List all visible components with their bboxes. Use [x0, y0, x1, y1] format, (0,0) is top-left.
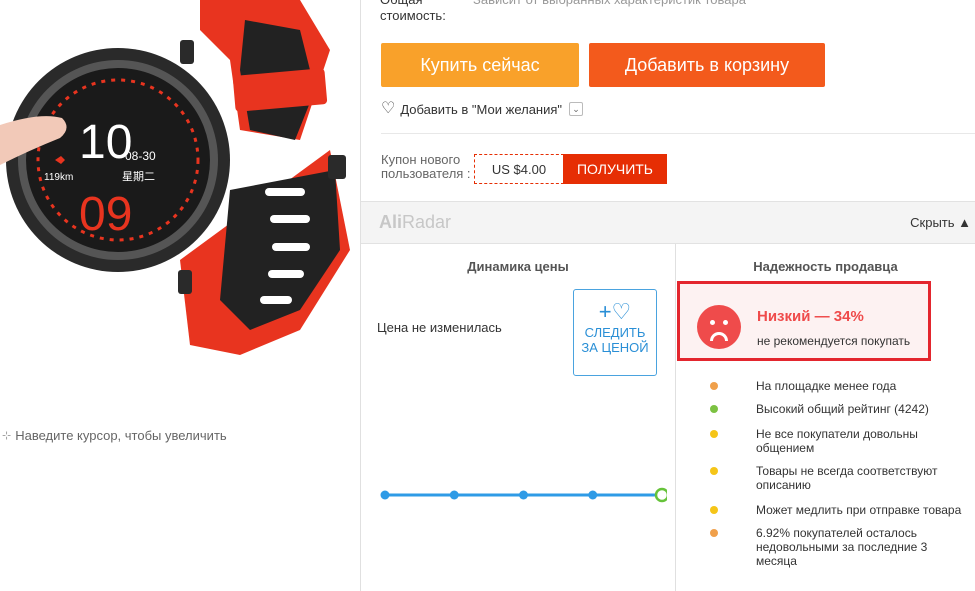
price-chart — [380, 487, 667, 503]
aliradar-header: AliRadar Скрыть ▲ — [361, 201, 975, 244]
wishlist-link[interactable]: ♡ Добавить в "Мои желания" ⌄ — [381, 100, 584, 117]
reliability-level: Низкий — 34% — [757, 308, 864, 325]
fact-text: Может медлить при отправке товара — [756, 503, 962, 517]
status-dot — [710, 467, 718, 475]
reliability-note: не рекомендуется покупать — [757, 334, 911, 348]
fact-item: Высокий общий рейтинг (4242) — [710, 402, 970, 416]
buy-now-button[interactable]: Купить сейчас — [381, 43, 579, 87]
total-value: Зависит от выбранных характеристик товар… — [473, 0, 746, 8]
watch-minute: 09 — [79, 188, 132, 241]
coupon-value: US $4.00 — [474, 154, 564, 184]
price-point[interactable] — [519, 490, 528, 500]
get-coupon-button[interactable]: ПОЛУЧИТЬ — [563, 154, 667, 184]
price-point[interactable] — [654, 487, 667, 503]
fact-text: Товары не всегда соответствуют описанию — [756, 464, 938, 492]
fact-item: Может медлить при отправке товара — [710, 503, 970, 517]
fact-text: Высокий общий рейтинг (4242) — [756, 402, 929, 416]
svg-text:119km: 119km — [44, 172, 73, 183]
price-status: Цена не изменилась — [377, 320, 502, 335]
fact-item: Товары не всегда соответствуют описанию — [710, 464, 970, 492]
seller-reliability-title: Надежность продавца — [753, 259, 898, 274]
track-price-button[interactable]: +♡ СЛЕДИТЬ ЗА ЦЕНОЙ — [573, 289, 657, 376]
reliability-box: Низкий — 34% не рекомендуется покупать — [677, 281, 931, 361]
zoom-hint-text: Наведите курсор, чтобы увеличить — [15, 428, 227, 443]
fact-text: На площадке менее года — [756, 379, 897, 393]
price-point[interactable] — [380, 490, 390, 500]
fact-text: 6.92% покупателей осталось недовольными … — [756, 526, 928, 568]
status-dot — [710, 430, 718, 438]
order-panel: Общая стоимость: Зависит от выбранных ха… — [361, 0, 975, 591]
status-dot — [710, 382, 718, 390]
sad-face-icon — [697, 305, 741, 349]
price-point[interactable] — [449, 490, 459, 500]
zoom-hint: ⊹ Наведите курсор, чтобы увеличить — [2, 428, 227, 443]
total-label: Общая стоимость: — [380, 0, 446, 23]
heart-plus-icon: +♡ — [598, 299, 632, 324]
hide-toggle[interactable]: Скрыть ▲ — [910, 215, 971, 230]
heart-plus-icon: ♡ — [381, 100, 396, 117]
track-line-1: СЛЕДИТЬ — [584, 325, 646, 340]
coupon-label: Купон нового пользователя : — [381, 152, 471, 181]
status-dot — [710, 529, 718, 537]
fact-item: Не все покупатели довольны общением — [710, 427, 970, 455]
divider — [381, 133, 975, 134]
status-dot — [710, 506, 718, 514]
fact-text: Не все покупатели довольны общением — [756, 427, 918, 455]
divider — [675, 244, 676, 591]
wishlist-label: Добавить в "Мои желания" — [400, 101, 563, 117]
price-point[interactable] — [588, 490, 598, 500]
svg-text:08-30: 08-30 — [125, 149, 156, 163]
page: 10 09 08-30 星期二 119km ⊹ Наведите курсор,… — [0, 0, 975, 591]
status-dot — [710, 405, 718, 413]
zoom-icon: ⊹ — [2, 430, 12, 442]
add-to-cart-button[interactable]: Добавить в корзину — [589, 43, 825, 87]
chevron-down-icon[interactable]: ⌄ — [569, 102, 584, 116]
product-image[interactable]: 10 09 08-30 星期二 119km — [0, 0, 361, 400]
aliradar-logo: AliRadar — [379, 212, 452, 232]
svg-text:星期二: 星期二 — [122, 170, 155, 183]
price-dynamics-title: Динамика цены — [467, 259, 569, 274]
fact-item: 6.92% покупателей осталось недовольными … — [710, 526, 970, 568]
fact-item: На площадке менее года — [710, 379, 970, 393]
track-line-2: ЗА ЦЕНОЙ — [581, 340, 649, 355]
product-image-area: 10 09 08-30 星期二 119km ⊹ Наведите курсор,… — [0, 0, 361, 591]
